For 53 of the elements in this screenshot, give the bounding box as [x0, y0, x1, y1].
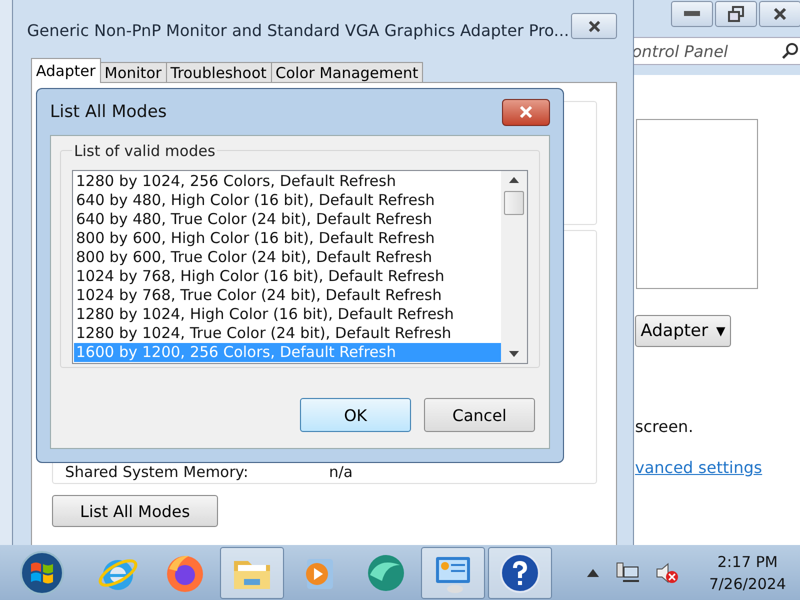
restore-icon — [728, 6, 744, 22]
list-item[interactable]: 1024 by 768, High Color (16 bit), Default Refresh — [74, 267, 501, 286]
list-item[interactable]: 800 by 600, High Color (16 bit), Default Refresh — [74, 229, 501, 248]
search-field[interactable]: ontrol Panel — [631, 37, 800, 65]
dialog-title: List All Modes — [50, 102, 167, 122]
taskbar-app[interactable] — [421, 546, 485, 598]
help-icon — [498, 550, 542, 594]
scroll-thumb[interactable] — [504, 191, 524, 215]
tab[interactable]: Adapter — [31, 58, 101, 83]
list-item[interactable]: 640 by 480, High Color (16 bit), Default Refresh — [74, 191, 501, 210]
caret-icon: ▼ — [716, 324, 726, 338]
window-title: Generic Non-PnP Monitor and Standard VGA Graphics Adapter Pro... — [27, 20, 570, 40]
list-item[interactable]: 1280 by 1024, High Color (16 bit), Default Refresh — [74, 305, 501, 324]
close-button[interactable] — [759, 1, 800, 27]
list-all-modes-button[interactable]: List All Modes — [52, 495, 218, 527]
tray-arrow-icon[interactable] — [587, 568, 600, 576]
description-text: screen. — [635, 417, 694, 436]
list-item[interactable]: 1280 by 1024, 256 Colors, Default Refresh — [74, 172, 501, 191]
minimize-icon — [684, 11, 700, 17]
close-button[interactable] — [571, 13, 617, 39]
info-label: Shared System Memory: — [65, 463, 250, 481]
adapter-dropdown[interactable]: Adapter ▼ — [635, 315, 731, 347]
close-icon — [519, 105, 533, 119]
close-icon — [588, 20, 600, 32]
muted-speaker-icon[interactable] — [655, 562, 680, 584]
network-icon[interactable] — [615, 562, 640, 584]
cancel-button[interactable]: Cancel — [424, 398, 535, 432]
close-icon — [773, 7, 787, 21]
taskbar-app[interactable] — [220, 546, 284, 598]
ok-button[interactable]: OK — [300, 398, 411, 432]
info-value: n/a — [329, 463, 354, 481]
taskbar-app[interactable] — [488, 546, 552, 598]
list-item[interactable]: 800 by 600, True Color (24 bit), Default Refresh — [74, 248, 501, 267]
start-orb-icon — [19, 550, 65, 596]
date-text: 7/26/2024 — [709, 574, 786, 594]
tab[interactable]: Color Management — [270, 62, 424, 83]
list-item[interactable]: 1280 by 1024, True Color (24 bit), Default Refresh — [74, 324, 501, 343]
minimize-button[interactable] — [671, 1, 713, 27]
list-item[interactable]: 640 by 480, True Color (24 bit), Default Refresh — [74, 210, 501, 229]
advanced-settings-link[interactable]: vanced settings — [635, 458, 800, 477]
modes-list[interactable] — [72, 170, 528, 364]
list-item[interactable]: 1024 by 768, True Color (24 bit), Default Refresh — [74, 286, 501, 305]
time-text: 2:17 PM — [717, 552, 778, 572]
scroll-down-icon — [509, 351, 519, 357]
clock[interactable]: 2:17 PM 7/26/2024 — [709, 550, 786, 594]
restore-button[interactable] — [715, 1, 757, 27]
scroll-up-icon — [509, 177, 519, 183]
search-icon — [782, 43, 798, 59]
tab[interactable]: Monitor — [100, 62, 167, 83]
tab[interactable]: Troubleshoot — [166, 62, 272, 83]
close-button[interactable] — [502, 98, 550, 126]
scrollbar[interactable] — [501, 171, 527, 363]
search-text: ontrol Panel — [632, 42, 728, 60]
